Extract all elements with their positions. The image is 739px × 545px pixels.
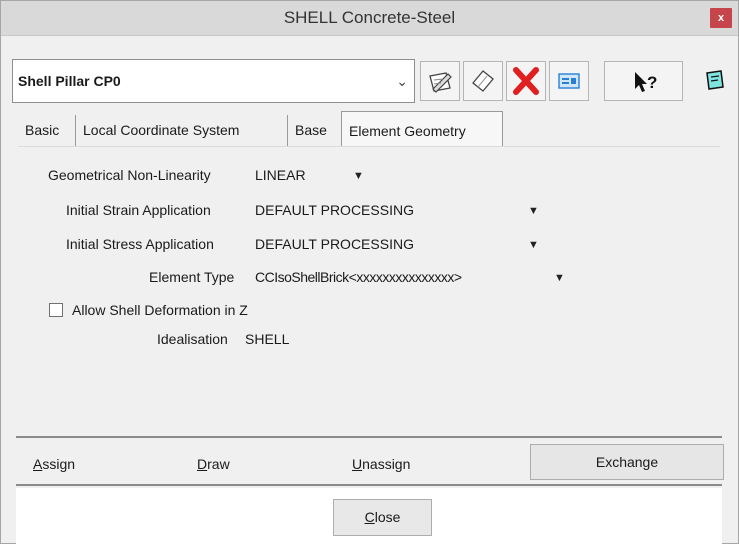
delete-icon [513,67,539,95]
allow-deformation-checkbox[interactable] [49,303,63,317]
assign-mnemonic: A [33,456,43,472]
stress-dropdown-icon[interactable]: ▼ [528,239,539,251]
element-selector-value: Shell Pillar CP0 [18,73,121,89]
close-window-button[interactable]: x [710,8,732,28]
delete-button[interactable] [506,61,546,101]
view-button[interactable] [549,61,589,101]
eraser-icon [472,70,494,92]
tab-panel-divider [18,146,720,147]
note-icon [706,70,724,90]
draw-button[interactable]: Draw [197,456,230,472]
eraser-button[interactable] [463,61,503,101]
edit-icon [429,72,452,93]
idealisation-value: SHELL [245,331,290,347]
exchange-button[interactable]: Exchange [530,444,724,480]
edit-button[interactable] [420,61,460,101]
element-type-label: Element Type [149,269,235,285]
strain-dropdown-icon[interactable]: ▼ [528,205,539,217]
help-question-glyph: ? [647,73,657,92]
strain-label: Initial Strain Application [66,202,211,218]
close-label-rest: lose [374,509,401,525]
nonlinearity-dropdown-icon[interactable]: ▼ [353,170,364,182]
element-type-dropdown-icon[interactable]: ▼ [554,272,565,284]
title-bar: SHELL Concrete-Steel x [1,1,738,36]
tab-lcs-label: Local Coordinate System [83,122,240,138]
draw-mnemonic: D [197,456,208,472]
strain-value[interactable]: DEFAULT PROCESSING [255,202,414,218]
dialog-window: SHELL Concrete-Steel x Shell Pillar CP0 … [0,0,739,545]
tab-local-coordinate-system[interactable]: Local Coordinate System [76,115,288,146]
close-mnemonic: C [364,509,375,525]
nonlinearity-value[interactable]: LINEAR [255,167,306,183]
element-selector-combo[interactable]: Shell Pillar CP0 ⌄ [12,59,415,103]
chevron-down-icon[interactable]: ⌄ [396,60,408,102]
note-button[interactable] [701,67,729,95]
close-button[interactable]: Close [333,499,432,536]
tab-basic-label: Basic [25,122,60,138]
unassign-mnemonic: U [352,456,363,472]
idealisation-label: Idealisation [157,331,228,347]
action-bar: Assign Draw Unassign Exchange [16,436,724,486]
stress-value[interactable]: DEFAULT PROCESSING [255,236,414,252]
tab-basic[interactable]: Basic [18,115,76,146]
assign-button[interactable]: Assign [33,456,75,472]
draw-label-rest: raw [207,456,230,472]
allow-deformation-label[interactable]: Allow Shell Deformation in Z [72,302,248,318]
stress-label: Initial Stress Application [66,236,214,252]
view-icon [558,73,580,89]
tab-base-label: Base [295,122,327,138]
unassign-label-rest: nassign [362,456,411,472]
context-help-button[interactable]: ? [604,61,683,101]
unassign-button[interactable]: Unassign [352,456,410,472]
tab-element-geometry[interactable]: Element Geometry [341,111,503,147]
tab-base[interactable]: Base [288,115,341,146]
nonlinearity-label: Geometrical Non-Linearity [48,167,211,183]
tab-element-geometry-label: Element Geometry [349,123,466,139]
assign-label-rest: ssign [42,456,76,472]
help-pointer-icon: ? [635,72,657,92]
window-title: SHELL Concrete-Steel [283,8,456,27]
element-type-value[interactable]: CCIsoShellBrick<xxxxxxxxxxxxxxx> [255,269,462,285]
